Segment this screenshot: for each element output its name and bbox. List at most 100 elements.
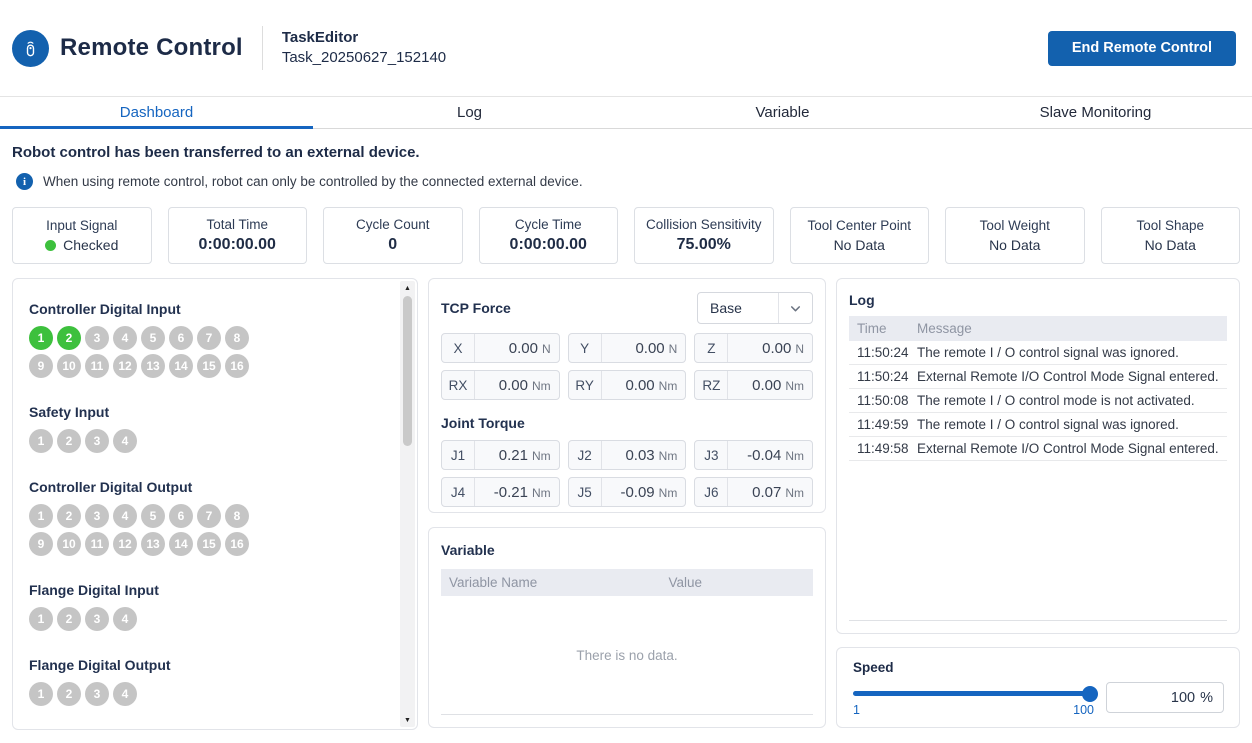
stat-label: Cycle Time (515, 217, 582, 232)
field-unit: Nm (785, 486, 804, 500)
io-indicator-2: 2 (57, 504, 81, 528)
scroll-up-icon[interactable]: ▲ (404, 281, 411, 295)
stat-card-cycle-count: Cycle Count0 (323, 207, 463, 264)
io-indicator-12: 12 (113, 532, 137, 556)
end-remote-control-button[interactable]: End Remote Control (1048, 31, 1236, 66)
log-row: 11:50:24The remote I / O control signal … (849, 341, 1227, 365)
variable-table-header: Variable Name Value (441, 569, 813, 596)
stat-label: Tool Shape (1136, 218, 1204, 233)
value-field-j2: J20.03Nm (568, 440, 687, 470)
io-indicator-2: 2 (57, 682, 81, 706)
stat-value-text: No Data (1145, 237, 1196, 253)
tab-bar: Dashboard Log VariableSlave Monitoring (0, 96, 1252, 129)
speed-min-label: 1 (853, 703, 860, 717)
io-row: 910111213141516 (29, 532, 387, 556)
log-message: External Remote I/O Control Mode Signal … (909, 369, 1227, 384)
io-indicator-1: 1 (29, 326, 53, 350)
tab-dashboard[interactable]: Dashboard (0, 97, 313, 128)
tab-variable[interactable]: Variable (626, 97, 939, 128)
log-message: External Remote I/O Control Mode Signal … (909, 441, 1227, 456)
io-group-safety-input: Safety Input1234 (29, 404, 387, 453)
stat-label: Cycle Count (356, 217, 430, 232)
log-message-column-header: Message (909, 321, 1227, 336)
stat-label: Total Time (206, 217, 268, 232)
stat-label: Collision Sensitivity (646, 217, 762, 232)
field-label: J4 (442, 478, 475, 506)
scrollbar-thumb[interactable] (403, 296, 412, 446)
speed-slider-thumb[interactable] (1082, 686, 1098, 702)
tcp-force-title: TCP Force (441, 300, 511, 316)
tab-slave-monitoring[interactable]: Slave Monitoring (939, 97, 1252, 128)
io-indicator-14: 14 (169, 532, 193, 556)
stat-card-tool-shape: Tool Shape No Data (1101, 207, 1241, 264)
task-info: TaskEditor Task_20250627_152140 (282, 28, 446, 68)
log-message: The remote I / O control signal was igno… (909, 345, 1227, 360)
tab-label: Log (457, 104, 482, 121)
stat-value: 75.00% (677, 236, 731, 254)
tab-log[interactable]: Log (313, 97, 626, 128)
io-indicator-10: 10 (57, 532, 81, 556)
io-indicator-9: 9 (29, 354, 53, 378)
log-title: Log (849, 292, 1227, 308)
scrollbar-track[interactable] (400, 295, 415, 713)
field-label: RY (569, 371, 602, 399)
io-indicator-13: 13 (141, 532, 165, 556)
io-scrollbar[interactable]: ▲ ▼ (400, 281, 415, 727)
io-indicator-4: 4 (113, 326, 137, 350)
stat-card-collision-sensitivity: Collision Sensitivity 75.00% (634, 207, 774, 264)
value-field-ry: RY0.00Nm (568, 370, 687, 400)
value-field-z: Z0.00N (694, 333, 813, 363)
log-time-column-header: Time (849, 321, 909, 336)
scroll-down-icon[interactable]: ▼ (404, 713, 411, 727)
field-label: Y (569, 334, 602, 362)
io-indicator-7: 7 (197, 326, 221, 350)
info-icon: i (16, 173, 33, 190)
io-indicator-16: 16 (225, 354, 249, 378)
stat-value-text: 0:00:00.00 (510, 236, 587, 254)
io-indicator-3: 3 (85, 607, 109, 631)
io-row: 910111213141516 (29, 354, 387, 378)
stat-card-tool-weight: Tool Weight No Data (945, 207, 1085, 264)
io-indicator-16: 16 (225, 532, 249, 556)
io-indicator-3: 3 (85, 504, 109, 528)
field-label: J6 (695, 478, 728, 506)
io-indicator-1: 1 (29, 429, 53, 453)
field-label: J3 (695, 441, 728, 469)
log-row: 11:50:24External Remote I/O Control Mode… (849, 365, 1227, 389)
io-group-title: Flange Digital Input (29, 582, 387, 598)
field-label: J5 (569, 478, 602, 506)
io-indicator-11: 11 (85, 354, 109, 378)
value-field-j3: J3-0.04Nm (694, 440, 813, 470)
field-unit: Nm (785, 379, 804, 393)
io-group-flange-digital-output: Flange Digital Output1234 (29, 657, 387, 706)
speed-value-input[interactable]: 100 % (1106, 682, 1224, 713)
io-status-panel: Controller Digital Input1234567891011121… (12, 278, 418, 730)
io-indicator-15: 15 (197, 354, 221, 378)
field-unit: Nm (659, 486, 678, 500)
status-dot-green (45, 240, 56, 251)
tcp-force-fields: X0.00NY0.00NZ0.00NRX0.00NmRY0.00NmRZ0.00… (441, 333, 813, 400)
stat-value-text: No Data (834, 237, 885, 253)
io-indicator-14: 14 (169, 354, 193, 378)
joint-torque-fields: J10.21NmJ20.03NmJ3-0.04NmJ4-0.21NmJ5-0.0… (441, 440, 813, 507)
speed-slider[interactable] (853, 691, 1094, 696)
io-group-flange-digital-input: Flange Digital Input1234 (29, 582, 387, 631)
active-tab-underline (0, 126, 313, 129)
value-field-rx: RX0.00Nm (441, 370, 560, 400)
io-indicator-8: 8 (225, 504, 249, 528)
io-indicator-15: 15 (197, 532, 221, 556)
log-time: 11:49:59 (849, 417, 909, 432)
io-group-title: Controller Digital Input (29, 301, 387, 317)
speed-max-label: 100 (1073, 703, 1094, 717)
task-type-label: TaskEditor (282, 28, 446, 48)
chevron-down-icon (779, 293, 812, 323)
variable-empty-area: There is no data. (441, 596, 813, 715)
io-indicator-4: 4 (113, 607, 137, 631)
field-value: -0.09 (602, 484, 655, 501)
io-indicator-3: 3 (85, 429, 109, 453)
stat-value-text: No Data (989, 237, 1040, 253)
header-divider (262, 26, 263, 70)
io-indicator-2: 2 (57, 607, 81, 631)
stat-label: Tool Weight (980, 218, 1050, 233)
coordinate-frame-select[interactable]: Base (697, 292, 813, 324)
